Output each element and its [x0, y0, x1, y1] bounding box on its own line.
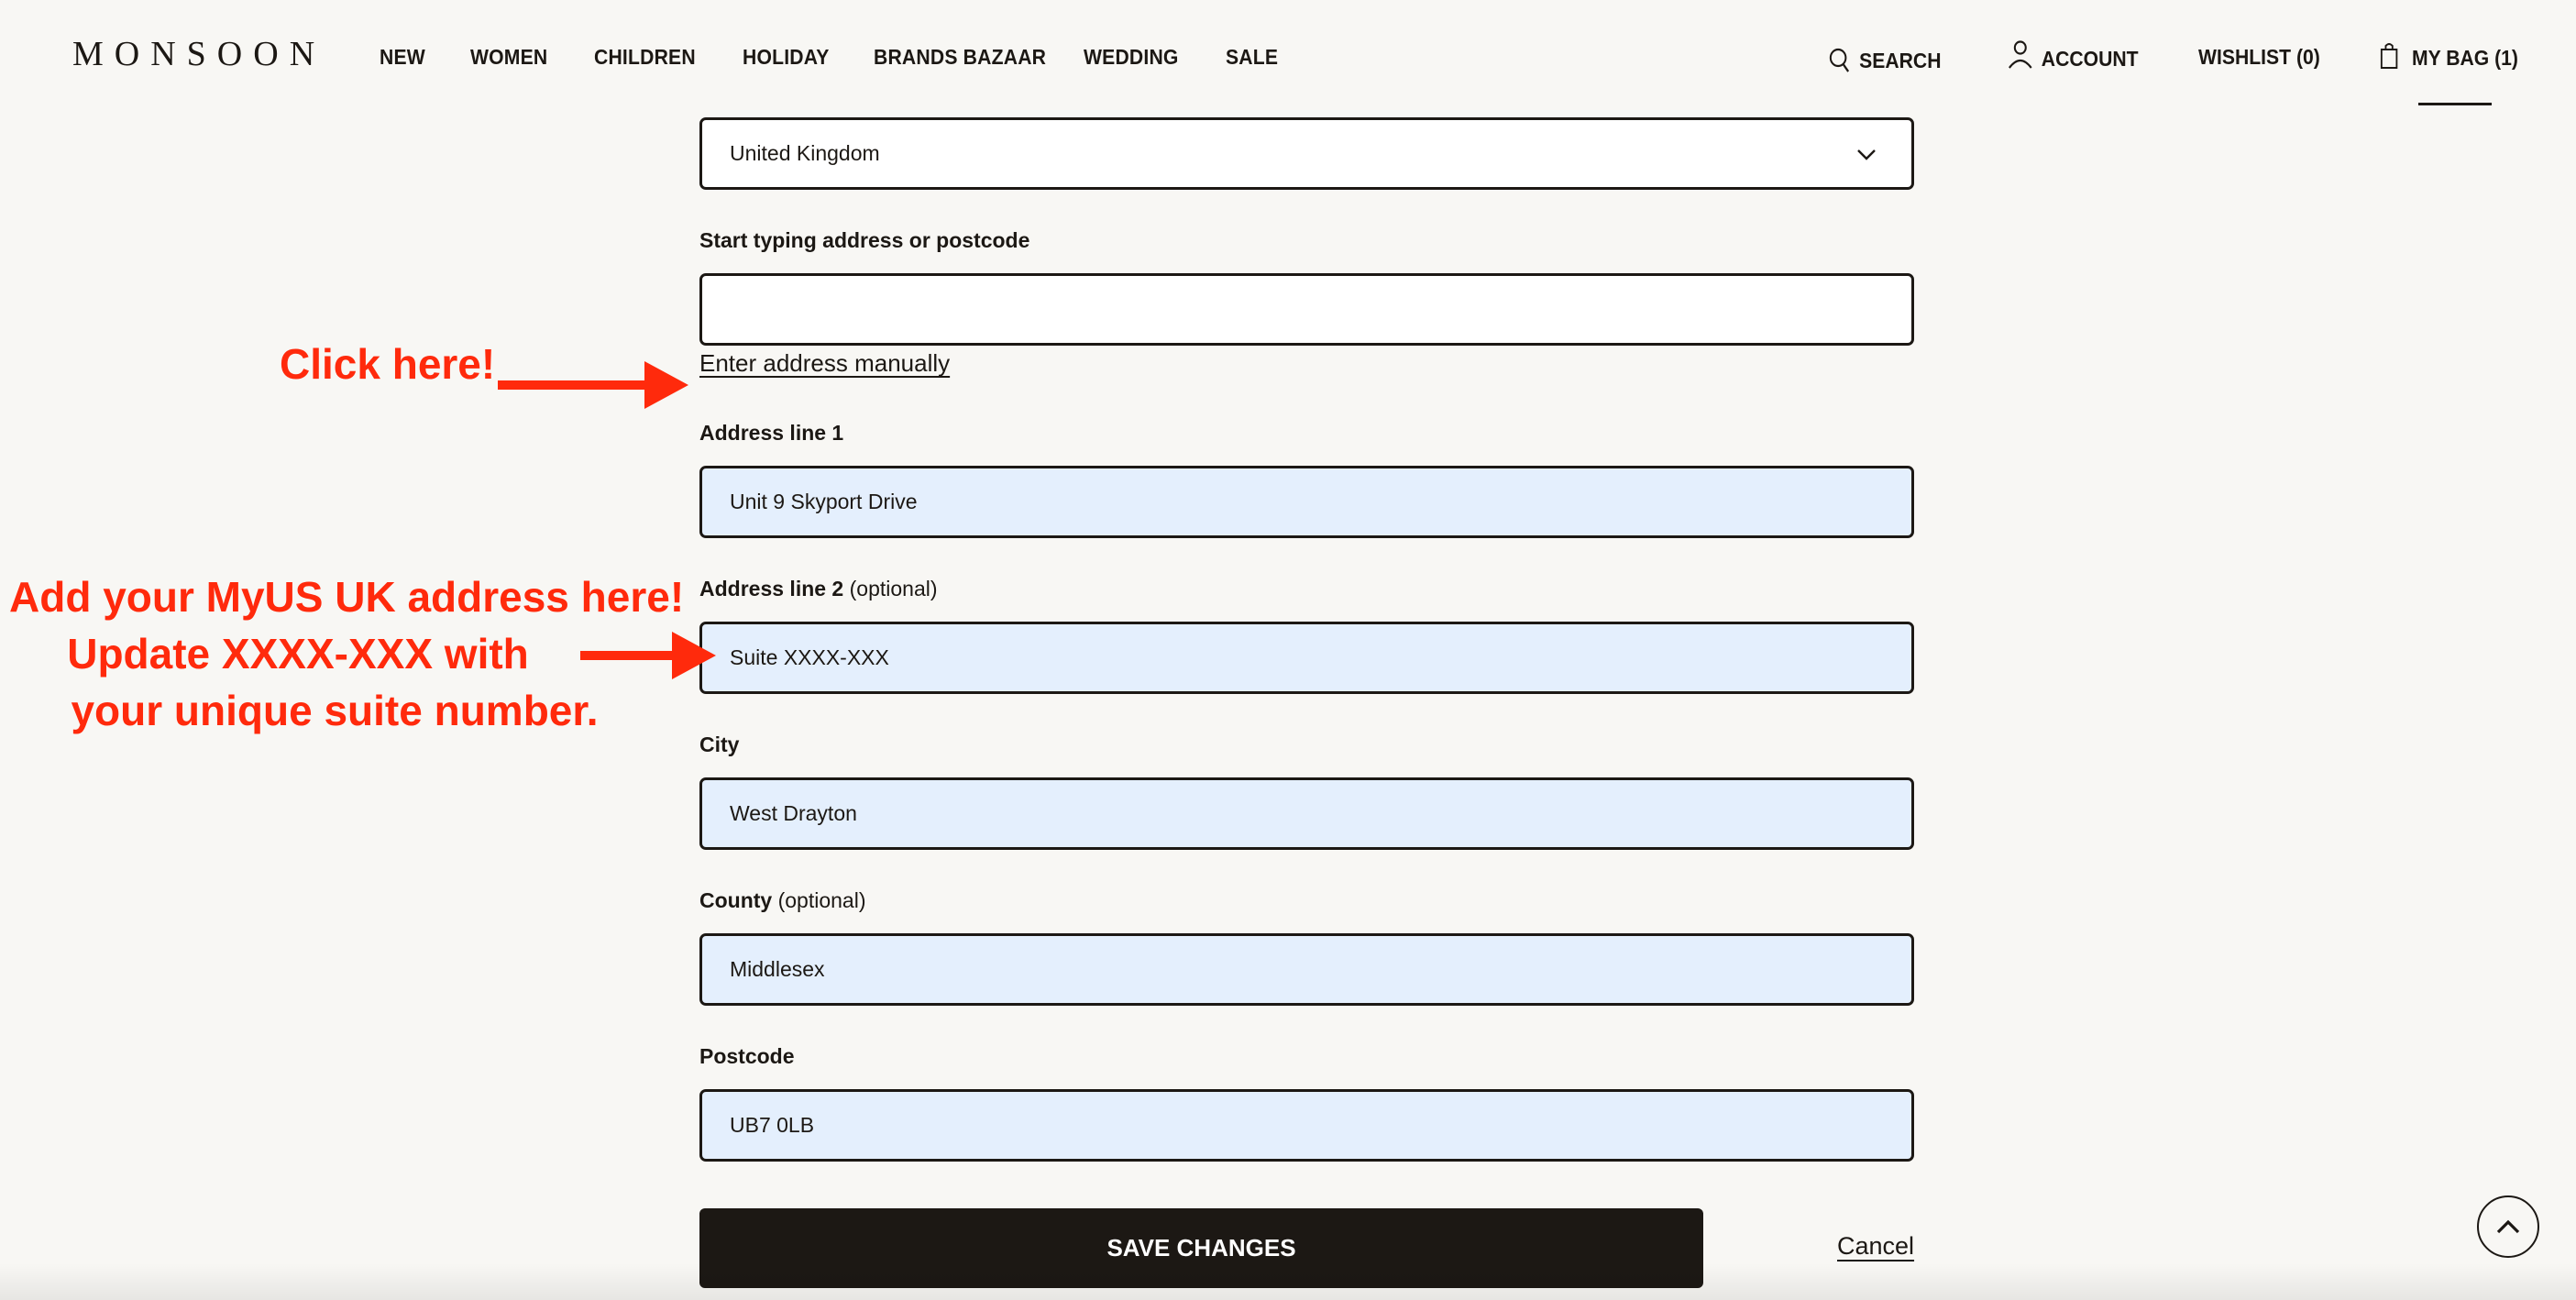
county-label-text: County: [699, 888, 773, 912]
enter-address-manually-link[interactable]: Enter address manually: [699, 349, 950, 378]
address-note-line-1: Add your MyUS UK address here!: [9, 573, 685, 621]
address-line-2-label-text: Address line 2: [699, 577, 844, 600]
country-select[interactable]: United Kingdom: [699, 117, 1914, 190]
address-line-1-input[interactable]: [730, 490, 1911, 514]
search-icon: [1829, 48, 1850, 72]
nav-holiday[interactable]: HOLIDAY: [743, 47, 830, 68]
nav-sale[interactable]: SALE: [1226, 47, 1278, 68]
city-field[interactable]: [699, 777, 1914, 850]
wishlist-button[interactable]: WISHLIST (0): [2198, 47, 2320, 68]
click-here-arrow: [498, 361, 688, 409]
address-note-line-2: Update XXXX-XXX with: [67, 630, 529, 678]
address-line-2-field[interactable]: [699, 622, 1914, 694]
address-line-1-field[interactable]: [699, 466, 1914, 538]
postcode-label: Postcode: [699, 1044, 795, 1068]
address-lookup-field[interactable]: [699, 273, 1914, 346]
address-lookup-input[interactable]: [730, 297, 1911, 322]
optional-hint: (optional): [777, 888, 866, 912]
save-changes-button[interactable]: SAVE CHANGES: [699, 1208, 1703, 1288]
city-input[interactable]: [730, 801, 1911, 826]
bag-active-indicator: [2418, 103, 2492, 105]
chevron-up-icon: [2496, 1219, 2520, 1234]
address-note-arrow: [580, 632, 716, 679]
address-line-1-label: Address line 1: [699, 421, 844, 445]
county-field[interactable]: [699, 933, 1914, 1006]
nav-brands-bazaar[interactable]: BRANDS BAZAAR: [874, 47, 1046, 68]
cancel-link[interactable]: Cancel: [1837, 1232, 1914, 1261]
arrow-shaft: [498, 380, 644, 390]
bag-label: MY BAG (1): [2411, 46, 2518, 70]
arrow-head: [672, 632, 716, 679]
nav-women[interactable]: WOMEN: [470, 47, 547, 68]
address-line-2-label: Address line 2 (optional): [699, 578, 938, 600]
click-here-annotation: Click here!: [280, 340, 496, 388]
address-line-2-input[interactable]: [730, 645, 1911, 670]
postcode-input[interactable]: [730, 1113, 1911, 1138]
address-note-annotation: Add your MyUS UK address here! Update XX…: [9, 568, 685, 739]
nav-children[interactable]: CHILDREN: [594, 47, 696, 68]
wishlist-label: WISHLIST (0): [2198, 45, 2320, 69]
monsoon-logo[interactable]: MONSOON: [72, 37, 325, 72]
nav-wedding[interactable]: WEDDING: [1084, 47, 1179, 68]
county-label: County (optional): [699, 890, 866, 911]
nav-new[interactable]: NEW: [380, 47, 425, 68]
arrow-shaft: [580, 651, 672, 660]
city-label: City: [699, 733, 740, 756]
arrow-head: [644, 361, 688, 409]
scroll-to-top-button[interactable]: [2477, 1195, 2539, 1258]
address-lookup-label: Start typing address or postcode: [699, 228, 1030, 252]
postcode-field[interactable]: [699, 1089, 1914, 1162]
chevron-down-icon: [1857, 149, 1876, 160]
search-button[interactable]: SEARCH: [1829, 47, 1941, 74]
user-icon: [2009, 40, 2032, 69]
account-button[interactable]: ACCOUNT: [2008, 40, 2139, 70]
county-input[interactable]: [730, 957, 1911, 982]
shopping-bag-icon: [2380, 43, 2398, 69]
country-value: United Kingdom: [730, 141, 880, 165]
account-label: ACCOUNT: [2041, 46, 2139, 71]
optional-hint: (optional): [849, 577, 938, 600]
address-note-line-3: your unique suite number.: [71, 687, 599, 734]
bag-button[interactable]: MY BAG (1): [2380, 42, 2518, 70]
search-label: SEARCH: [1859, 48, 1942, 72]
